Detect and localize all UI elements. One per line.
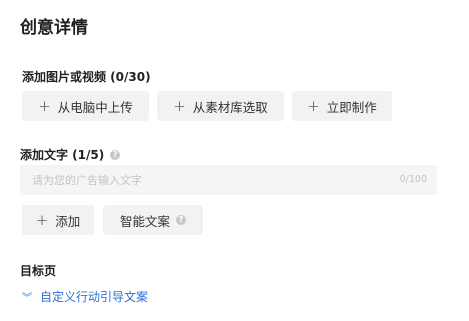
add-text-label: 添加 xyxy=(55,213,81,229)
upload-from-computer-button[interactable]: + 从电脑中上传 xyxy=(22,91,149,121)
upload-from-computer-label: 从电脑中上传 xyxy=(57,99,133,115)
select-from-library-label: 从素材库选取 xyxy=(192,99,268,115)
create-now-button[interactable]: + 立即制作 xyxy=(292,91,392,121)
plus-icon: + xyxy=(173,96,186,115)
custom-cta-label: 自定义行动引导文案 xyxy=(40,290,149,304)
page-title: 创意详情 xyxy=(20,18,88,38)
text-section-label: 添加文字 (1/5) xyxy=(20,148,105,162)
char-counter: 0/100 xyxy=(399,174,427,185)
create-now-label: 立即制作 xyxy=(326,99,377,115)
smart-copy-button[interactable]: 智能文案 ? xyxy=(103,205,203,235)
add-text-button[interactable]: + 添加 xyxy=(22,205,94,235)
question-circle-icon: ? xyxy=(176,215,186,225)
plus-icon: + xyxy=(38,96,51,115)
smart-copy-label: 智能文案 xyxy=(119,213,170,229)
text-section-label-row: 添加文字 (1/5) ? xyxy=(20,146,121,163)
double-chevron-down-icon: ︾ xyxy=(22,293,32,304)
custom-cta-link[interactable]: ︾ 自定义行动引导文案 xyxy=(22,288,148,305)
media-section-label: 添加图片或视频 (0/30) xyxy=(22,70,151,84)
plus-icon: + xyxy=(35,210,49,229)
select-from-library-button[interactable]: + 从素材库选取 xyxy=(157,91,284,121)
plus-icon: + xyxy=(307,96,320,115)
target-page-label: 目标页 xyxy=(20,264,57,278)
ad-text-input[interactable] xyxy=(20,165,437,195)
question-circle-icon[interactable]: ? xyxy=(110,149,121,160)
